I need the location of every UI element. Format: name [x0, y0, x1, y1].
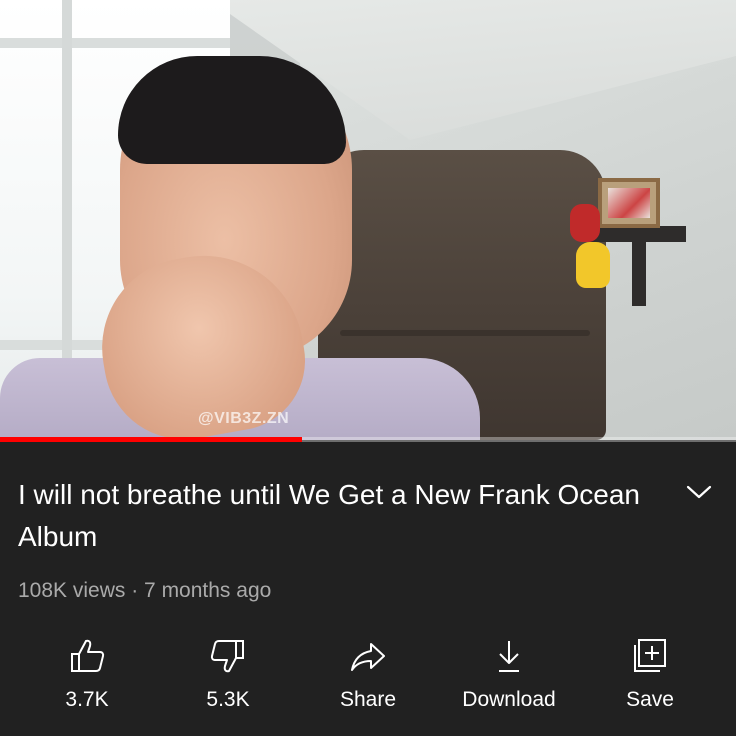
dislike-count: 5.3K — [206, 688, 250, 711]
red-figurine — [570, 204, 600, 242]
video-meta: 108K views · 7 months ago — [18, 579, 272, 602]
picture-frame — [598, 178, 660, 228]
action-bar: 3.7K 5.3K Share Download Save — [0, 626, 736, 736]
like-button[interactable]: 3.7K — [17, 626, 157, 726]
video-info-panel: I will not breathe until We Get a New Fr… — [0, 442, 736, 736]
download-icon — [499, 641, 519, 672]
youtube-video-screen: @VIB3Z.ZN I will not breathe until We Ge… — [0, 0, 736, 736]
share-label: Share — [339, 688, 397, 711]
share-button[interactable]: Share — [298, 626, 438, 726]
video-player[interactable]: @VIB3Z.ZN — [0, 0, 736, 440]
like-count: 3.7K — [65, 688, 109, 711]
chevron-down-icon[interactable] — [684, 482, 714, 502]
thumbs-up-icon — [71, 639, 105, 672]
watermark-text: @VIB3Z.ZN — [198, 410, 290, 427]
thumbs-down-icon — [210, 640, 244, 673]
share-arrow-icon — [351, 643, 385, 671]
dislike-button[interactable]: 5.3K — [158, 626, 298, 726]
save-button[interactable]: Save — [580, 626, 720, 726]
download-button[interactable]: Download — [439, 626, 579, 726]
save-label: Save — [626, 688, 674, 711]
save-playlist-icon — [634, 639, 666, 672]
download-label: Download — [462, 688, 556, 711]
pikachu-figurine — [576, 242, 610, 288]
video-title[interactable]: I will not breathe until We Get a New Fr… — [18, 474, 658, 558]
